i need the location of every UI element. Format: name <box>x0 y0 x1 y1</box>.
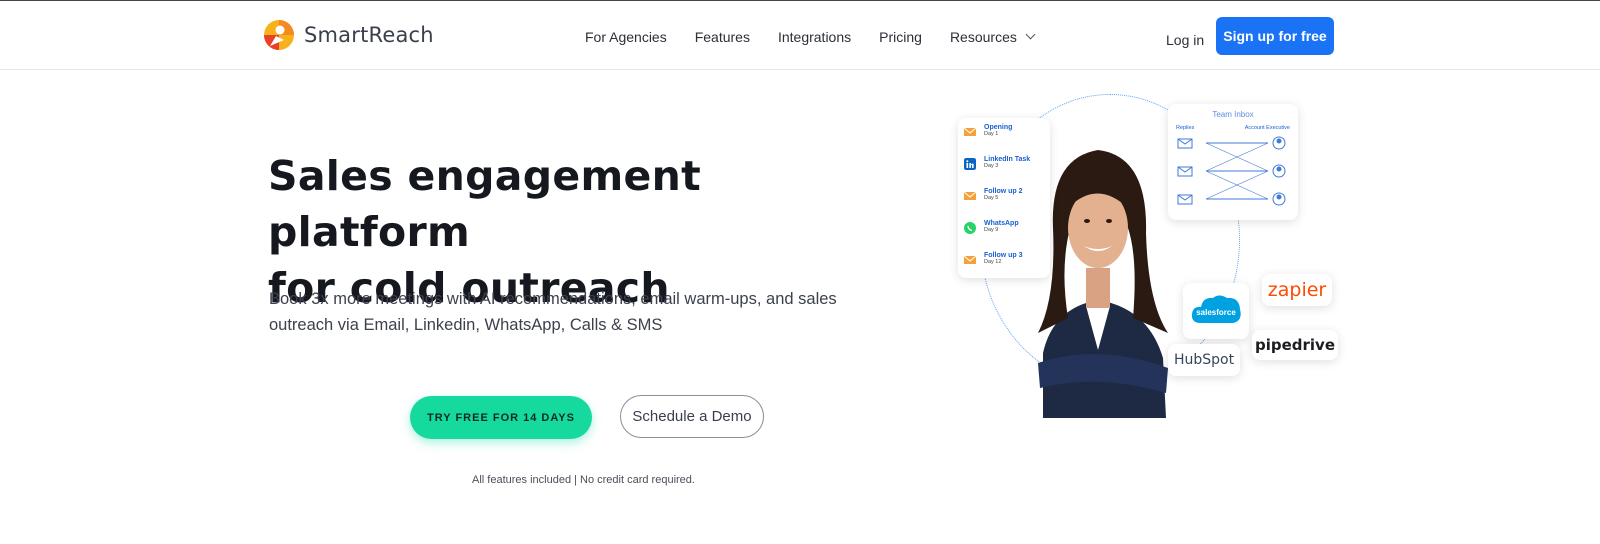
nav-integrations[interactable]: Integrations <box>778 29 851 45</box>
team-inbox-card: Team Inbox Replies Account Executive <box>1168 104 1298 220</box>
email-icon <box>964 255 976 264</box>
sequence-step-label: Follow up 3 <box>984 252 1023 259</box>
linkedin-icon <box>964 158 976 170</box>
salesforce-logo: salesforce <box>1183 283 1249 339</box>
hero-subtitle-line-1: Book 3x more meetings with AI recommenda… <box>269 290 837 308</box>
sequence-step-label: WhatsApp <box>984 220 1019 227</box>
hubspot-logo: HubSpot <box>1168 344 1240 376</box>
hero-title-line-1: Sales engagement platform <box>268 152 702 256</box>
routing-diagram <box>1177 136 1286 206</box>
brand-logo[interactable]: SmartReach <box>262 18 434 52</box>
nav-features[interactable]: Features <box>695 29 750 45</box>
nav-resources-label: Resources <box>949 29 1017 45</box>
sequence-step: Follow up 2 Day 5 <box>964 188 1044 220</box>
try-free-button[interactable]: TRY FREE FOR 14 DAYS <box>410 396 592 439</box>
sequence-step-day: Day 3 <box>984 163 999 169</box>
pipedrive-logo: pipedrive <box>1252 330 1338 360</box>
sequence-step: LinkedIn Task Day 3 <box>964 156 1044 188</box>
email-icon <box>964 127 976 136</box>
sequence-step-day: Day 1 <box>984 131 999 137</box>
schedule-demo-button[interactable]: Schedule a Demo <box>620 395 764 438</box>
hero-illustration: Opening Day 1 LinkedIn Task Day 3 Follow… <box>950 88 1350 418</box>
sequence-step-label: Opening <box>984 124 1013 131</box>
sequence-step-day: Day 9 <box>984 227 999 233</box>
email-icon <box>964 191 976 200</box>
chevron-down-icon <box>1025 29 1036 40</box>
nav-resources[interactable]: Resources <box>949 29 1036 45</box>
whatsapp-icon <box>964 222 976 234</box>
sequence-step-day: Day 12 <box>984 259 1002 265</box>
nav-for-agencies[interactable]: For Agencies <box>585 29 667 45</box>
site-header: SmartReach For Agencies Features Integra… <box>0 1 1600 70</box>
login-link[interactable]: Log in <box>1166 32 1204 48</box>
team-inbox-title: Team Inbox <box>1212 110 1254 119</box>
brand-name: SmartReach <box>304 23 434 47</box>
sequence-step-day: Day 5 <box>984 195 999 201</box>
sequence-step: Follow up 3 Day 12 <box>964 252 1044 284</box>
sequence-card: Opening Day 1 LinkedIn Task Day 3 Follow… <box>958 118 1050 278</box>
sequence-step-label: LinkedIn Task <box>984 156 1031 163</box>
signup-button[interactable]: Sign up for free <box>1216 17 1334 55</box>
smartreach-logo-icon <box>262 18 296 52</box>
no-credit-card-note: All features included | No credit card r… <box>472 474 695 486</box>
salesforce-cloud-icon: salesforce <box>1191 295 1241 323</box>
salesforce-text: salesforce <box>1196 308 1236 317</box>
sequence-step-label: Follow up 2 <box>984 188 1023 195</box>
sequence-step: WhatsApp Day 9 <box>964 220 1044 252</box>
main-nav: For Agencies Features Integrations Prici… <box>585 29 1036 45</box>
sequence-step: Opening Day 1 <box>964 124 1044 156</box>
nav-pricing[interactable]: Pricing <box>879 29 922 45</box>
zapier-logo: zapier <box>1262 274 1332 306</box>
hero-subtitle-line-2: outreach via Email, Linkedin, WhatsApp, … <box>269 316 663 334</box>
hero-subtitle: Book 3x more meetings with AI recommenda… <box>269 286 869 338</box>
